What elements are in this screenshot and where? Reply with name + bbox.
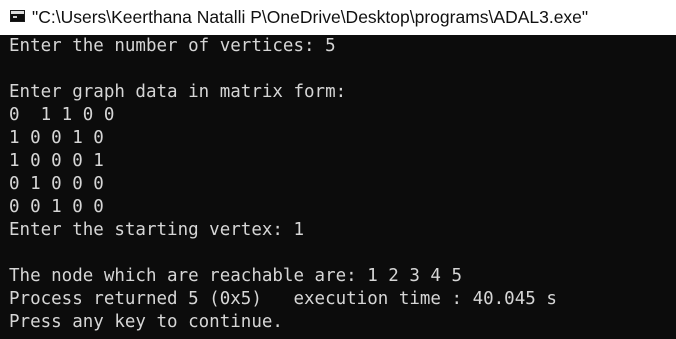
console-window: "C:\Users\Keerthana Natalli P\OneDrive\D… (0, 0, 676, 339)
window-title: "C:\Users\Keerthana Natalli P\OneDrive\D… (32, 7, 589, 27)
title-bar[interactable]: "C:\Users\Keerthana Natalli P\OneDrive\D… (0, 0, 676, 35)
console-line: Press any key to continue. (9, 312, 283, 332)
console-line: 1 0 0 0 1 (9, 151, 104, 171)
console-line: 0 1 0 0 0 (9, 174, 104, 194)
console-output[interactable]: Enter the number of vertices: 5 Enter gr… (0, 35, 676, 339)
console-line: Enter the number of vertices: 5 (9, 36, 336, 56)
console-line: Enter the starting vertex: 1 (9, 220, 305, 240)
console-line: Process returned 5 (0x5) execution time … (9, 289, 557, 309)
console-line: The node which are reachable are: 1 2 3 … (9, 266, 463, 286)
console-line: 0 1 1 0 0 (9, 105, 115, 125)
console-line: Enter graph data in matrix form: (9, 82, 347, 102)
console-line: 1 0 0 1 0 (9, 128, 104, 148)
console-line: 0 0 1 0 0 (9, 197, 104, 217)
console-app-icon[interactable] (10, 10, 25, 22)
